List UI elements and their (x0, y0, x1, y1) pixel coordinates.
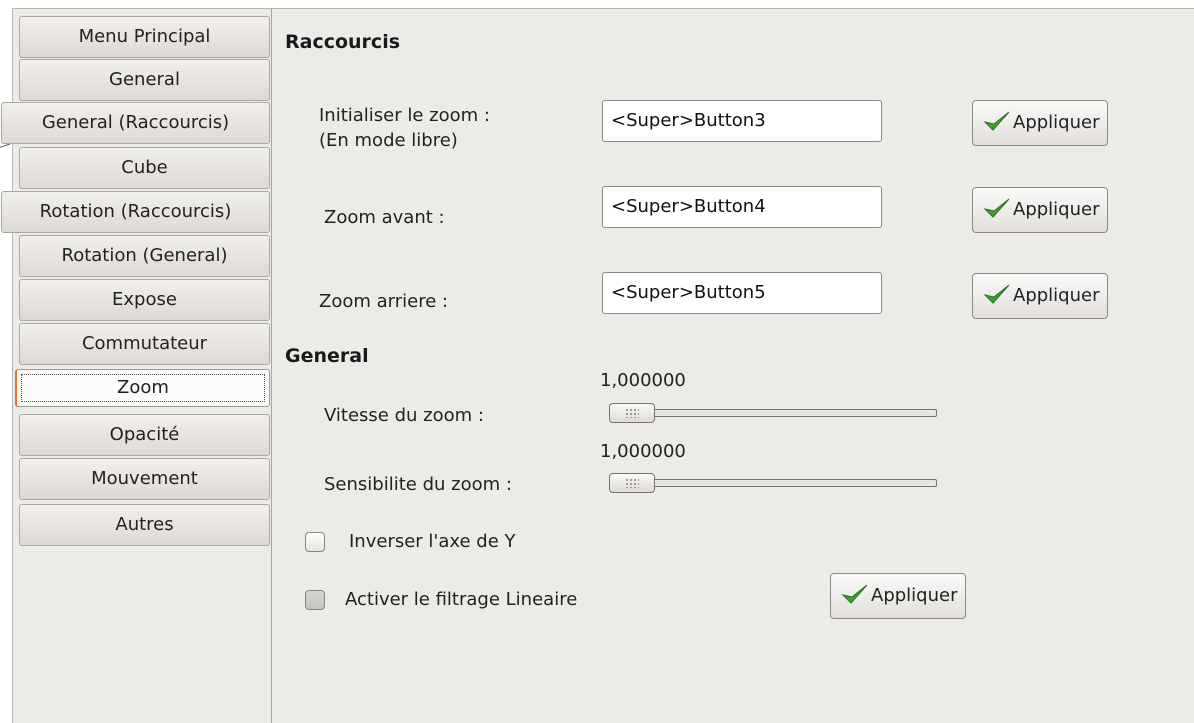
invert-y-checkbox[interactable] (305, 532, 325, 552)
sidebar-item-commutateur[interactable]: Commutateur (19, 323, 270, 365)
sidebar-item-menu-principal[interactable]: Menu Principal (19, 16, 270, 58)
sidebar-item-label: Autres (115, 514, 174, 535)
grip-icon (625, 478, 639, 488)
sidebar-item-label: General (109, 69, 180, 90)
sidebar-item-cube[interactable]: Cube (19, 147, 270, 189)
shortcut-field-zoom-avant[interactable]: <Super>Button4 (602, 186, 882, 228)
zoom-sensitivity-slider-thumb[interactable] (609, 473, 655, 493)
sidebar-item-rotation-raccourcis[interactable]: Rotation (Raccourcis) (1, 191, 270, 233)
apply-button-label: Appliquer (1013, 285, 1100, 306)
checkmark-icon (983, 111, 1010, 131)
sidebar-item-label: Zoom (117, 377, 169, 398)
linear-filter-checkbox[interactable] (305, 590, 325, 610)
section-heading-raccourcis: Raccourcis (285, 31, 401, 53)
sidebar-item-general-raccourcis[interactable]: General (Raccourcis) (1, 102, 270, 144)
apply-button-zoom-arriere[interactable]: Appliquer (972, 273, 1109, 319)
sidebar-item-expose[interactable]: Expose (19, 279, 270, 321)
sidebar-item-label: Menu Principal (78, 26, 211, 47)
label-sensibilite-zoom: Sensibilite du zoom : (324, 474, 512, 495)
zoom-speed-slider-thumb[interactable] (609, 403, 655, 423)
sidebar-item-label: General (Raccourcis) (41, 112, 230, 133)
linear-filter-label: Activer le filtrage Lineaire (345, 589, 578, 610)
sidebar-item-label: Rotation (Raccourcis) (39, 201, 232, 222)
label-zoom-avant: Zoom avant : (324, 207, 445, 228)
checkmark-icon (983, 284, 1010, 304)
apply-button-label: Appliquer (1013, 112, 1100, 133)
sidebar-item-zoom[interactable]: Zoom (15, 369, 270, 407)
sidebar-item-label: Expose (112, 289, 177, 310)
sidebar-item-opacite[interactable]: Opacité (19, 414, 270, 456)
sidebar-item-label: Cube (121, 157, 168, 178)
zoom-sensitivity-slider-track[interactable] (609, 479, 937, 487)
invert-y-label: Inverser l'axe de Y (349, 531, 516, 552)
grip-icon (625, 408, 639, 418)
sidebar-item-rotation-general[interactable]: Rotation (General) (19, 235, 270, 277)
shortcut-field-initialiser-zoom[interactable]: <Super>Button3 (602, 100, 882, 142)
sidebar-item-autres[interactable]: Autres (19, 504, 270, 546)
checkmark-icon (841, 584, 868, 604)
shortcut-field-zoom-arriere[interactable]: <Super>Button5 (602, 272, 882, 314)
label-initialiser-zoom: Initialiser le zoom : (319, 105, 490, 126)
section-heading-general: General (285, 345, 369, 367)
sidebar-item-label: Rotation (General) (61, 245, 228, 266)
zoom-sensitivity-value: 1,000000 (600, 441, 686, 462)
sidebar-item-label: Opacité (109, 424, 180, 445)
apply-button-zoom-avant[interactable]: Appliquer (972, 187, 1109, 233)
apply-button-label: Appliquer (871, 585, 958, 606)
zoom-settings-window: Menu Principal General General (Raccourc… (1, 8, 1194, 723)
label-zoom-arriere: Zoom arriere : (319, 291, 449, 312)
apply-button-label: Appliquer (1013, 199, 1100, 220)
label-vitesse-zoom: Vitesse du zoom : (324, 405, 484, 426)
apply-button-general[interactable]: Appliquer (830, 573, 967, 619)
checkmark-icon (983, 198, 1010, 218)
sidebar-item-label: Mouvement (91, 468, 198, 489)
sidebar: Menu Principal General General (Raccourc… (1, 9, 272, 723)
sidebar-item-label: Commutateur (81, 333, 208, 354)
apply-button-initialiser-zoom[interactable]: Appliquer (972, 100, 1109, 146)
zoom-speed-slider-track[interactable] (609, 409, 937, 417)
sidebar-item-general[interactable]: General (19, 59, 270, 101)
label-initialiser-zoom-mode: (En mode libre) (319, 130, 458, 151)
zoom-speed-value: 1,000000 (600, 370, 686, 391)
sidebar-item-mouvement[interactable]: Mouvement (19, 458, 270, 500)
